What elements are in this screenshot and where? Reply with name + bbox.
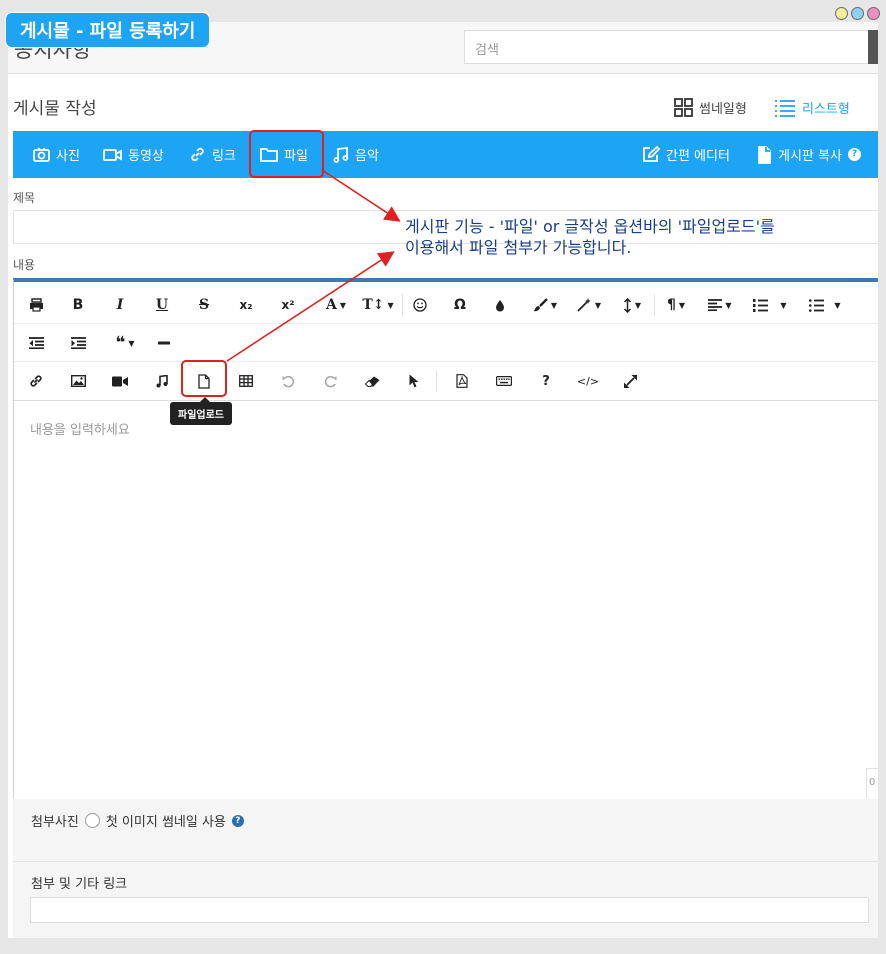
annotation-line-2: 이용해서 파일 첨부가 가능합니다. xyxy=(405,238,632,257)
annotation-line-1: 게시판 기능 - '파일' or 글작성 옵션바의 '파일업로드'를 xyxy=(405,217,775,236)
window-frame: 공지사항 검색 게시물 작성 썸네일형 리스트형 사진 동영상 링크 파일 음악… xyxy=(0,0,886,954)
annotation-text: 게시판 기능 - '파일' or 글작성 옵션바의 '파일업로드'를 이용해서 … xyxy=(405,216,875,258)
arrow-from-file-upload xyxy=(226,251,395,362)
annotation-arrows xyxy=(226,169,401,362)
arrow-to-annotation xyxy=(321,169,401,222)
